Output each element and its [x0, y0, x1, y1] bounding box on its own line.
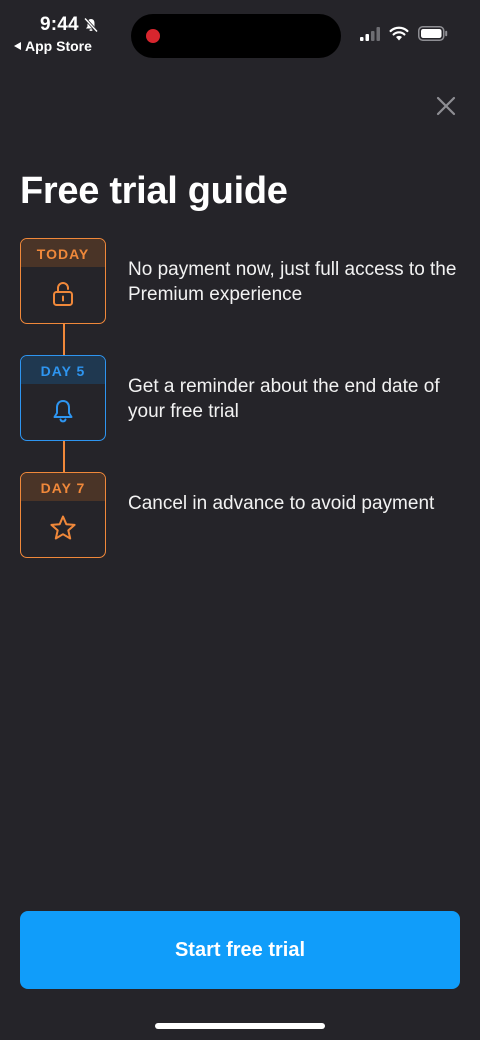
timeline-connector: [63, 441, 65, 472]
step-description: Cancel in advance to avoid payment: [128, 493, 435, 514]
star-icon: [50, 515, 76, 540]
back-arrow-icon: [14, 42, 21, 50]
status-indicators: [360, 26, 448, 41]
step-card: DAY 5: [20, 355, 106, 441]
step-day-7: DAY 7 Cancel in advance to avoid payment: [20, 472, 460, 560]
timeline-connector: [63, 324, 65, 355]
step-description: Get a reminder about the end date of you…: [128, 376, 440, 422]
back-label: App Store: [25, 38, 92, 54]
step-day-5: DAY 5 Get a reminder about the end date …: [20, 355, 460, 472]
back-to-app-store[interactable]: App Store: [14, 38, 92, 54]
dynamic-island: [131, 14, 341, 58]
unlock-icon: [53, 282, 73, 306]
step-card: DAY 7: [20, 472, 106, 558]
close-button[interactable]: [434, 94, 458, 118]
battery-icon: [418, 26, 448, 41]
time-label: 9:44: [40, 14, 79, 35]
step-card: TODAY: [20, 238, 106, 324]
trial-timeline: TODAY No payment now, just full access t…: [20, 238, 460, 589]
step-badge: DAY 5: [21, 356, 105, 384]
step-badge: DAY 7: [21, 473, 105, 501]
bell-muted-icon: [83, 17, 98, 33]
start-free-trial-button[interactable]: Start free trial: [20, 911, 460, 989]
step-badge: TODAY: [21, 239, 105, 267]
wifi-icon: [389, 26, 409, 41]
recording-indicator-icon: [146, 29, 160, 43]
page-title: Free trial guide: [20, 170, 288, 212]
close-icon: [436, 96, 456, 116]
bell-icon: [53, 400, 73, 423]
step-description: No payment now, just full access to the …: [128, 259, 457, 305]
status-time: 9:44: [40, 14, 99, 36]
step-today: TODAY No payment now, just full access t…: [20, 238, 460, 355]
cellular-signal-icon: [360, 26, 380, 41]
home-indicator[interactable]: [155, 1023, 325, 1029]
